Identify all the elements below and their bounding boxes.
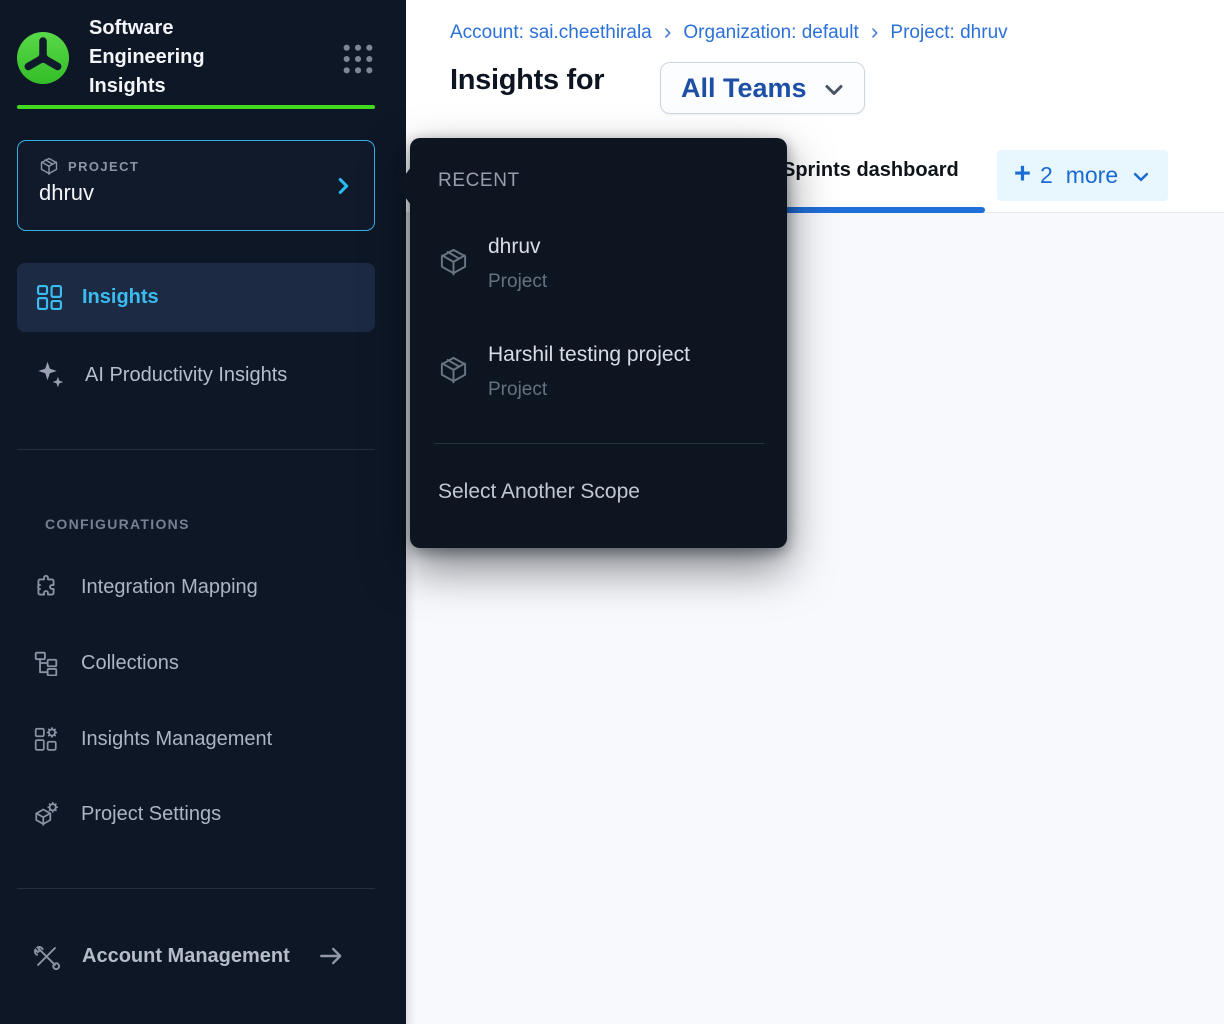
sidebar-item-label: Insights Management bbox=[81, 728, 272, 751]
plus-icon: + bbox=[1014, 160, 1031, 189]
sidebar-item-project-settings[interactable]: Project Settings bbox=[17, 790, 375, 838]
sidebar-item-label: AI Productivity Insights bbox=[85, 364, 287, 387]
breadcrumb-separator: › bbox=[871, 20, 879, 43]
breadcrumb-project-link[interactable]: Project: dhruv bbox=[890, 22, 1007, 44]
popover-divider bbox=[434, 443, 764, 444]
sparkles-icon bbox=[36, 360, 66, 390]
tab-sprints-dashboard[interactable]: Sprints dashboard bbox=[782, 159, 959, 182]
chevron-down-icon bbox=[1131, 167, 1151, 187]
breadcrumb-organization-link[interactable]: Organization: default bbox=[683, 22, 858, 44]
configurations-header: CONFIGURATIONS bbox=[45, 516, 190, 532]
project-type-label: PROJECT bbox=[68, 159, 139, 174]
app-title: Software Engineering Insights bbox=[89, 14, 259, 101]
puzzle-icon bbox=[33, 574, 59, 600]
brand: Software Engineering Insights bbox=[17, 14, 375, 101]
chevron-down-icon bbox=[822, 78, 846, 102]
brand-accent-rule bbox=[17, 105, 375, 109]
sidebar-item-label: Project Settings bbox=[81, 803, 221, 826]
recent-header: RECENT bbox=[438, 170, 520, 192]
breadcrumb-separator: › bbox=[664, 20, 672, 43]
scope-item-title: Harshil testing project bbox=[488, 341, 690, 365]
breadcrumb-account-link[interactable]: Account: sai.cheethirala bbox=[450, 22, 652, 44]
sidebar: Software Engineering Insights PROJECT dh… bbox=[0, 0, 406, 1024]
sidebar-item-label: Collections bbox=[81, 652, 179, 675]
more-tabs-label: more bbox=[1066, 162, 1118, 189]
sidebar-item-integration-mapping[interactable]: Integration Mapping bbox=[17, 563, 375, 611]
sidebar-item-label: Insights bbox=[82, 286, 159, 309]
sei-logo-icon bbox=[17, 32, 69, 84]
recent-scope-item-dhruv[interactable]: dhruv Project bbox=[438, 233, 758, 293]
select-another-scope-action[interactable]: Select Another Scope bbox=[438, 480, 640, 504]
recent-scope-popover: RECENT dhruv Project Harshil testing pro… bbox=[410, 138, 787, 548]
sidebar-item-collections[interactable]: Collections bbox=[17, 639, 375, 687]
more-tabs-count: 2 bbox=[1040, 162, 1053, 189]
sidebar-divider bbox=[17, 888, 375, 889]
dashboard-icon bbox=[36, 284, 63, 311]
blocks-gear-icon bbox=[33, 726, 59, 752]
sidebar-item-ai-productivity-insights[interactable]: AI Productivity Insights bbox=[17, 345, 375, 405]
sidebar-item-insights[interactable]: Insights bbox=[17, 263, 375, 332]
project-scope-selector[interactable]: PROJECT dhruv bbox=[17, 140, 375, 231]
scope-item-subtitle: Project bbox=[488, 379, 690, 401]
scope-item-subtitle: Project bbox=[488, 271, 547, 293]
cube-icon bbox=[39, 156, 59, 176]
sidebar-item-account-management[interactable]: Account Management bbox=[17, 932, 375, 980]
more-tabs-button[interactable]: + 2 more bbox=[997, 150, 1168, 201]
tools-icon bbox=[33, 943, 60, 970]
sidebar-divider bbox=[17, 449, 375, 450]
cube-icon bbox=[438, 354, 469, 385]
cube-icon bbox=[438, 246, 469, 277]
sidebar-item-label: Account Management bbox=[82, 945, 290, 968]
hierarchy-icon bbox=[33, 650, 59, 676]
breadcrumb: Account: sai.cheethirala › Organization:… bbox=[450, 21, 1008, 44]
sidebar-item-label: Integration Mapping bbox=[81, 576, 258, 599]
scope-item-title: dhruv bbox=[488, 233, 547, 257]
team-selector-value: All Teams bbox=[681, 73, 807, 104]
sidebar-item-insights-management[interactable]: Insights Management bbox=[17, 715, 375, 763]
page-title: Insights for bbox=[450, 64, 604, 97]
arrow-right-icon bbox=[318, 943, 344, 969]
module-grid-icon[interactable] bbox=[341, 42, 375, 76]
chevron-right-icon[interactable] bbox=[332, 175, 354, 197]
recent-scope-item-harshil-testing-project[interactable]: Harshil testing project Project bbox=[438, 341, 758, 401]
team-selector-button[interactable]: All Teams bbox=[660, 62, 865, 114]
project-name: dhruv bbox=[39, 180, 354, 206]
cube-gear-icon bbox=[33, 801, 59, 827]
